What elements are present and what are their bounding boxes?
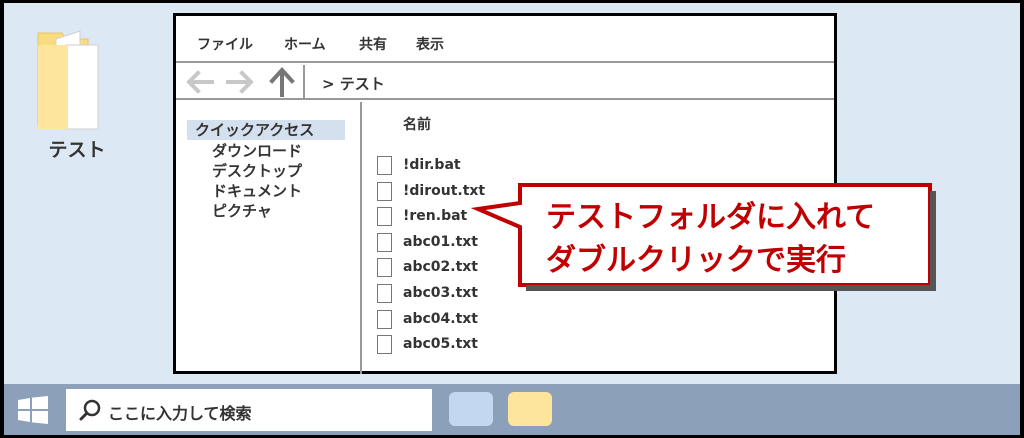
callout-line-2: ダブルクリックで実行 [546,243,846,278]
nav-documents[interactable]: ドキュメント [212,180,302,201]
file-icon [377,309,392,329]
desktop-folder-label: テスト [48,139,106,161]
taskbar-app-blue[interactable] [449,392,493,426]
forward-arrow-icon[interactable] [224,69,256,95]
file-icon [377,258,392,278]
file-name: abc03.txt [403,285,478,301]
windows-logo-icon[interactable] [18,396,48,424]
address-bar: > テスト [176,65,834,100]
file-row[interactable]: abc04.txt [377,309,617,332]
file-icon [377,181,392,201]
menu-share[interactable]: 共有 [359,34,387,54]
file-icon [377,207,392,227]
file-name: abc04.txt [403,310,478,327]
menu-home[interactable]: ホーム [284,34,326,54]
callout-text: テストフォルダに入れて ダブルクリックで実行 [546,196,926,282]
nav-quick-access[interactable]: クイックアクセス [187,120,345,140]
file-icon [377,156,392,175]
nav-pictures[interactable]: ピクチャ [212,200,272,221]
file-icon [377,232,392,252]
folder-icon [37,30,99,130]
menu-view[interactable]: 表示 [416,34,444,54]
menu-bar: ファイル ホーム 共有 表示 [176,16,834,63]
column-header-name[interactable]: 名前 [403,114,431,134]
file-icon [377,284,392,303]
desktop: テスト ファイル ホーム 共有 表示 > テスト クイックアクセス ダウンロード… [4,3,1020,384]
address-separator [303,65,305,100]
file-name: abc05.txt [403,336,478,353]
instruction-callout: テストフォルダに入れて ダブルクリックで実行 [470,183,936,291]
navigation-pane: クイックアクセス ダウンロード デスクトップ ドキュメント ピクチャ [176,102,362,374]
file-name: !ren.bat [403,208,468,225]
taskbar-search[interactable]: ここに入力して検索 [66,389,432,431]
nav-downloads[interactable]: ダウンロード [212,140,302,161]
file-name: !dir.bat [403,157,461,173]
menu-file[interactable]: ファイル [197,34,253,54]
file-row[interactable]: !dir.bat [377,156,617,178]
up-arrow-icon[interactable] [268,67,296,97]
address-path[interactable]: > テスト [322,73,385,94]
file-row[interactable]: abc05.txt [377,335,617,357]
taskbar: ここに入力して検索 [4,384,1020,435]
file-icon [377,335,392,355]
file-name: abc01.txt [403,233,478,250]
screen-frame: テスト ファイル ホーム 共有 表示 > テスト クイックアクセス ダウンロード… [0,0,1024,438]
file-name: abc02.txt [403,259,478,276]
search-icon [79,399,101,421]
desktop-folder-test[interactable]: テスト [32,25,122,165]
back-arrow-icon[interactable] [184,69,216,95]
nav-desktop[interactable]: デスクトップ [212,160,302,181]
search-placeholder: ここに入力して検索 [108,404,252,423]
callout-line-1: テストフォルダに入れて [546,200,876,235]
taskbar-app-folder[interactable] [508,392,552,426]
